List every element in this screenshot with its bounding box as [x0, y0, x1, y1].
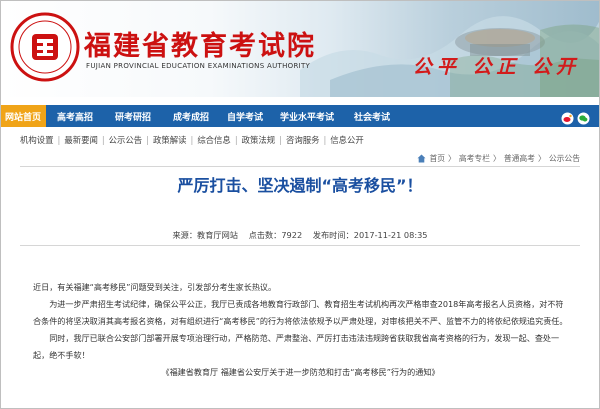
banner-landscape-illustration	[300, 16, 600, 97]
site-banner: 福建省教育考试院 FUJIAN PROVINCIAL EDUCATION EXA…	[0, 0, 600, 97]
subnav-item-zonghe[interactable]: 综合信息	[197, 134, 231, 146]
breadcrumb-separator: 〉	[448, 154, 456, 163]
article-meta: 来源：教育厅网站 点击数：7922 发布时间：2017-11-21 08:35	[0, 229, 600, 241]
divider	[20, 166, 580, 167]
divider	[20, 245, 580, 246]
article-title: 严厉打击、坚决遏制“高考移民”！	[177, 176, 423, 195]
sub-navigation: 机构设置 | 最新要闻 | 公示公告 | 政策解读 | 综合信息 | 政策法规 | 咨询服务…	[20, 134, 364, 146]
authority-seal-logo	[10, 12, 80, 82]
article-paragraph: 近日，有关福建“高考移民”问题受到关注，引发部分考生家长热议。	[33, 282, 277, 292]
subnav-item-gonggao[interactable]: 公示公告	[109, 134, 143, 146]
related-notice-link[interactable]: 《福建省教育厅 福建省公安厅关于进一步防范和打击“高考移民”行为的通知》	[33, 364, 568, 381]
site-slogan: 公平 公正 公开	[412, 56, 580, 78]
subnav-item-jiedu[interactable]: 政策解读	[153, 134, 187, 146]
nav-zikao[interactable]: 自学考试	[220, 105, 270, 127]
home-icon	[417, 154, 426, 163]
breadcrumb-gaokao[interactable]: 高考专栏	[459, 153, 490, 164]
site-subtitle: FUJIAN PROVINCIAL EDUCATION EXAMINATIONS…	[86, 62, 311, 70]
wechat-icon[interactable]	[577, 110, 590, 124]
breadcrumb-putong[interactable]: 普通高考	[504, 153, 535, 164]
subnav-item-jigou[interactable]: 机构设置	[20, 134, 54, 146]
nav-icon-group	[561, 105, 600, 127]
article-published: 发布时间：2017-11-21 08:35	[312, 230, 428, 240]
nav-xueye[interactable]: 学业水平考试	[270, 105, 344, 127]
subnav-item-zixun[interactable]: 咨询服务	[286, 134, 320, 146]
nav-gaokao[interactable]: 高考高招	[46, 105, 104, 127]
article-paragraph: 同时，我厅已联合公安部门部署开展专项治理行动，严格防范、严肃整治、严厉打击违法违…	[33, 333, 560, 360]
article-views: 点击数：7922	[248, 230, 303, 240]
weibo-icon[interactable]	[561, 110, 574, 124]
breadcrumb: 首页 〉 高考专栏 〉 普通高考 〉 公示公告	[417, 153, 580, 164]
article-source: 来源：教育厅网站	[172, 230, 238, 240]
breadcrumb-gonggao[interactable]: 公示公告	[549, 153, 580, 164]
site-title: 福建省教育考试院	[84, 31, 316, 62]
subnav-item-xinxi[interactable]: 信息公开	[330, 134, 364, 146]
breadcrumb-separator: 〉	[493, 154, 501, 163]
nav-home[interactable]: 网站首页	[0, 105, 46, 127]
nav-chengkao[interactable]: 成考成招	[162, 105, 220, 127]
main-navigation: 网站首页 高考高招 研考研招 成考成招 自学考试 学业水平考试 社会考试	[0, 105, 600, 127]
article-body: 近日，有关福建“高考移民”问题受到关注，引发部分考生家长热议。 为进一步严肃招生…	[33, 279, 568, 381]
nav-yankao[interactable]: 研考研招	[104, 105, 162, 127]
subnav-item-yaowen[interactable]: 最新要闻	[64, 134, 98, 146]
nav-shehui[interactable]: 社会考试	[344, 105, 400, 127]
breadcrumb-separator: 〉	[538, 154, 546, 163]
breadcrumb-home[interactable]: 首页	[429, 153, 445, 164]
subnav-item-fagui[interactable]: 政策法规	[242, 134, 276, 146]
article-paragraph: 为进一步严肃招生考试纪律，确保公平公正，我厅已责成各地教育行政部门、教育招生考试…	[33, 299, 568, 326]
